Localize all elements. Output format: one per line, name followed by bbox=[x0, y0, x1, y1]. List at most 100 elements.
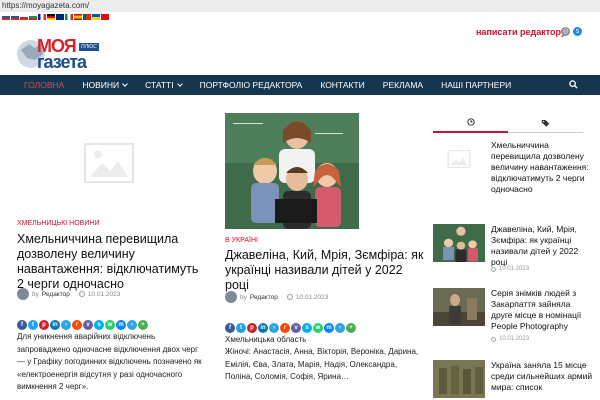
article-date: 10.01.2023 bbox=[295, 293, 329, 301]
tab-recent[interactable] bbox=[433, 113, 508, 133]
reddit-icon[interactable]: r bbox=[72, 320, 82, 330]
logo-badge: ПЛЮС bbox=[79, 43, 99, 51]
post-thumbnail[interactable] bbox=[433, 360, 485, 398]
skype-icon[interactable]: s bbox=[94, 320, 104, 330]
article-excerpt: Жіночі: Анастасія, Анна, Вікторія, Верон… bbox=[225, 347, 419, 381]
clock-icon bbox=[286, 294, 293, 300]
clock-icon bbox=[491, 266, 496, 272]
nav-item-portfolio[interactable]: ПОРТФОЛІО РЕДАКТОРА bbox=[191, 75, 312, 95]
nav-label: НОВИНИ bbox=[82, 80, 120, 90]
post-thumbnail[interactable] bbox=[433, 288, 485, 326]
post-title[interactable]: Україна заняла 15 місце среди сильнейших… bbox=[491, 360, 593, 393]
clock-icon bbox=[78, 291, 85, 297]
whatsapp-icon[interactable]: w bbox=[105, 320, 115, 330]
telegram-icon[interactable]: › bbox=[335, 323, 345, 333]
share-icon[interactable]: + bbox=[346, 323, 356, 333]
facebook-icon[interactable]: f bbox=[225, 323, 235, 333]
sidebar-post[interactable]: Джавеліна, Кий, Мрія, Зємфіра: як україн… bbox=[433, 224, 593, 274]
article-date: 10.01.2023 bbox=[87, 290, 121, 298]
post-thumbnail-placeholder[interactable] bbox=[433, 140, 485, 178]
flag-icon[interactable] bbox=[83, 14, 91, 20]
flag-icon[interactable] bbox=[74, 14, 82, 20]
messenger-icon[interactable]: m bbox=[116, 320, 126, 330]
viber-icon[interactable]: v bbox=[291, 323, 301, 333]
twitter-icon[interactable]: t bbox=[28, 320, 38, 330]
flag-icon[interactable] bbox=[29, 14, 37, 20]
nav-label: КОНТАКТИ bbox=[320, 80, 365, 90]
clock-icon bbox=[466, 118, 475, 126]
nav-label: СТАТТІ bbox=[145, 80, 174, 90]
logo-text-gazeta: газета bbox=[37, 52, 87, 72]
chevron-down-icon bbox=[176, 81, 183, 87]
skype-icon[interactable]: s bbox=[302, 323, 312, 333]
write-to-editor-link[interactable]: написати редактору bbox=[476, 27, 566, 37]
facebook-icon[interactable]: f bbox=[17, 320, 27, 330]
tab-tags[interactable] bbox=[508, 113, 583, 133]
linkedin-icon[interactable]: in bbox=[50, 320, 60, 330]
author-prefix: by bbox=[240, 293, 247, 301]
article-image[interactable] bbox=[225, 113, 359, 229]
share-icon[interactable]: + bbox=[138, 320, 148, 330]
article-title[interactable]: Хмельниччина перевищила дозволену величи… bbox=[17, 232, 207, 292]
twitter-icon[interactable]: t bbox=[236, 323, 246, 333]
telegram-icon[interactable]: › bbox=[61, 320, 71, 330]
nav-item-advertising[interactable]: РЕКЛАМА bbox=[374, 75, 432, 95]
nav-item-home[interactable]: ГОЛОВНА bbox=[15, 75, 73, 95]
instagram-icon[interactable]: ◎ bbox=[561, 27, 570, 36]
flag-icon[interactable] bbox=[92, 14, 100, 20]
nav-item-contacts[interactable]: КОНТАКТИ bbox=[311, 75, 373, 95]
photo-people bbox=[433, 288, 485, 326]
skype-icon[interactable]: s bbox=[573, 27, 582, 36]
article-title[interactable]: Джавеліна, Кий, Мрія, Зємфіра: як україн… bbox=[225, 248, 425, 293]
sidebar-post[interactable]: Хмельниччина перевищила дозволену величи… bbox=[433, 140, 593, 200]
telegram-icon[interactable]: › bbox=[269, 323, 279, 333]
image-placeholder-icon bbox=[84, 143, 134, 183]
flag-icon[interactable] bbox=[20, 14, 28, 20]
sidebar-tabs bbox=[433, 113, 583, 133]
pinterest-icon[interactable]: p bbox=[247, 323, 257, 333]
post-title[interactable]: Джавеліна, Кий, Мрія, Зємфіра: як україн… bbox=[491, 224, 593, 268]
avatar[interactable] bbox=[17, 288, 29, 300]
nav-label: ГОЛОВНА bbox=[24, 80, 65, 90]
flag-icon[interactable] bbox=[56, 14, 64, 20]
image-placeholder-icon bbox=[447, 150, 471, 168]
post-thumbnail[interactable] bbox=[433, 224, 485, 262]
flag-icon[interactable] bbox=[65, 14, 73, 20]
linkedin-icon[interactable]: in bbox=[258, 323, 268, 333]
nav-item-news[interactable]: НОВИНИ bbox=[73, 75, 136, 95]
flag-icon[interactable] bbox=[2, 14, 10, 20]
author-prefix: by bbox=[32, 290, 39, 298]
article-category[interactable]: ХМЕЛЬНИЦЬКІ НОВИНИ bbox=[17, 220, 99, 227]
flag-icon[interactable] bbox=[47, 14, 55, 20]
article-excerpt: Для уникнення аварійних відключень запро… bbox=[17, 332, 202, 391]
avatar[interactable] bbox=[225, 291, 237, 303]
viber-icon[interactable]: v bbox=[83, 320, 93, 330]
article-excerpt-heading: Хмельницька область bbox=[225, 335, 307, 344]
pinterest-icon[interactable]: p bbox=[39, 320, 49, 330]
telegram-icon[interactable]: › bbox=[127, 320, 137, 330]
flag-icon[interactable] bbox=[11, 14, 19, 20]
reddit-icon[interactable]: r bbox=[280, 323, 290, 333]
flag-icon[interactable] bbox=[101, 14, 109, 20]
nav-item-articles[interactable]: СТАТТІ bbox=[136, 75, 191, 95]
author-name[interactable]: Редактор bbox=[250, 294, 278, 301]
share-buttons: f t p in › r v s w m › + bbox=[225, 323, 356, 333]
search-icon[interactable] bbox=[569, 80, 578, 89]
author-name[interactable]: Редактор bbox=[42, 291, 70, 298]
sidebar-post[interactable]: Серія знімків людей з Закарпаття зайняла… bbox=[433, 288, 593, 342]
post-date: 10.01.2023 bbox=[491, 266, 529, 272]
post-title[interactable]: Серія знімків людей з Закарпаття зайняла… bbox=[491, 288, 593, 332]
post-title[interactable]: Хмельниччина перевищила дозволену величи… bbox=[491, 140, 593, 195]
whatsapp-icon[interactable]: w bbox=[313, 323, 323, 333]
clock-icon bbox=[491, 336, 496, 342]
messenger-icon[interactable]: m bbox=[324, 323, 334, 333]
tag-icon bbox=[541, 119, 550, 127]
flag-icon[interactable] bbox=[38, 14, 46, 20]
site-logo[interactable]: МОЯ ПЛЮС газета bbox=[17, 34, 103, 74]
address-bar[interactable]: https://moyagazeta.com/ bbox=[0, 0, 600, 12]
article-category[interactable]: В УКРАЇНІ bbox=[225, 237, 258, 244]
nav-item-partners[interactable]: НАШІ ПАРТНЕРИ bbox=[432, 75, 520, 95]
sidebar-post[interactable]: Україна заняла 15 місце среди сильнейших… bbox=[433, 360, 593, 400]
post-date-text: 10.01.2023 bbox=[499, 336, 530, 342]
article-image-placeholder[interactable] bbox=[17, 113, 201, 216]
